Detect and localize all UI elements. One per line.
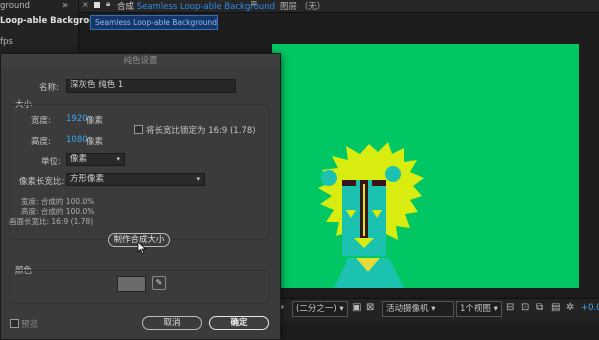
color-swatch[interactable] [117, 276, 146, 292]
region-of-interest-icon[interactable]: ▣ [352, 301, 361, 315]
pixel-aspect-value: 方形像素 [70, 174, 105, 184]
width-unit: 像素 [86, 116, 104, 126]
views-dropdown[interactable]: 1个视图 ▾ [456, 301, 502, 317]
hamburger-menu-icon[interactable]: ≡ [250, 0, 258, 9]
lion-nose-inner [363, 184, 365, 236]
mouse-cursor-icon [137, 241, 147, 255]
solid-settings-dialog: 纯色设置 名称: 深灰色 纯色 1 大小 宽度: 1920 像素 将长宽比锁定为… [0, 53, 281, 340]
exposure-icon[interactable]: ✲ [566, 301, 574, 315]
info-frame-aspect: 画面长宽比: 16:9 (1.78) [9, 217, 94, 226]
lion-ear-left [321, 170, 337, 186]
composition-subtab[interactable]: Seamless Loop-able Background [90, 15, 218, 30]
toggle-pixel-aspect-icon[interactable]: ⊟ [506, 301, 514, 315]
close-tab-icon[interactable]: × [82, 0, 89, 9]
preview-checkbox[interactable] [10, 319, 19, 328]
project-item-fps: fps [0, 37, 13, 47]
layer-panel-label[interactable]: 图层 （无） [280, 0, 325, 12]
transparency-grid-icon[interactable]: ⊠ [366, 301, 374, 315]
ok-button[interactable]: 确定 [209, 316, 269, 330]
resolution-dropdown[interactable]: (二分之一) ▾ [292, 301, 348, 317]
panel-menu-chevron-icon[interactable]: » [62, 0, 68, 11]
height-value[interactable]: 1080 [66, 135, 88, 145]
eyedropper-icon[interactable]: ✎ [152, 276, 166, 290]
width-label: 宽度: [31, 116, 51, 126]
lion-eye-left [342, 180, 356, 186]
composition-icon [94, 2, 100, 8]
chevron-down-icon: ▾ [116, 155, 120, 163]
units-value: 像素 [70, 154, 88, 164]
pixel-aspect-label: 像素长宽比: [19, 177, 65, 187]
height-label: 高度: [31, 137, 51, 147]
cancel-button[interactable]: 取消 [142, 316, 202, 330]
project-item[interactable]: ground [0, 1, 30, 11]
preview-label[interactable]: 预览 [21, 318, 38, 330]
tab-prefix: 合成 [117, 2, 135, 12]
lock-icon[interactable]: 🔒︎ [106, 0, 110, 9]
lion-eye-right [372, 180, 386, 186]
height-unit: 像素 [86, 137, 104, 147]
camera-dropdown[interactable]: 活动摄像机 ▾ [382, 301, 454, 317]
lion-ear-right [385, 166, 401, 182]
dialog-title: 纯色设置 [1, 54, 280, 68]
lion-illustration [318, 142, 424, 288]
fast-preview-icon[interactable]: ⊡ [521, 301, 529, 315]
name-input[interactable]: 深灰色 纯色 1 [66, 79, 236, 93]
name-label: 名称: [39, 83, 59, 93]
lock-aspect-checkbox[interactable] [134, 125, 143, 134]
lock-aspect-label[interactable]: 将长宽比锁定为 16:9 (1.78) [146, 124, 256, 136]
chevron-down-icon: ▾ [196, 175, 200, 183]
units-dropdown[interactable]: 像素 ▾ [66, 153, 125, 166]
composition-canvas[interactable] [272, 44, 579, 288]
width-value[interactable]: 1920 [66, 114, 88, 124]
pixel-aspect-dropdown[interactable]: 方形像素 ▾ [66, 173, 205, 186]
flowchart-icon[interactable]: ⧉ [536, 301, 543, 315]
units-label: 单位: [41, 157, 61, 167]
timeline-icon[interactable]: ▤ [551, 301, 560, 315]
viewer-toolbar: ⇔ (二分之一) ▾ ▣ ⊠ 活动摄像机 ▾ 1个视图 ▾ ⊟ ⊡ ⧉ ▤ ✲ … [270, 298, 599, 321]
exposure-value[interactable]: +0.0 [581, 301, 599, 315]
